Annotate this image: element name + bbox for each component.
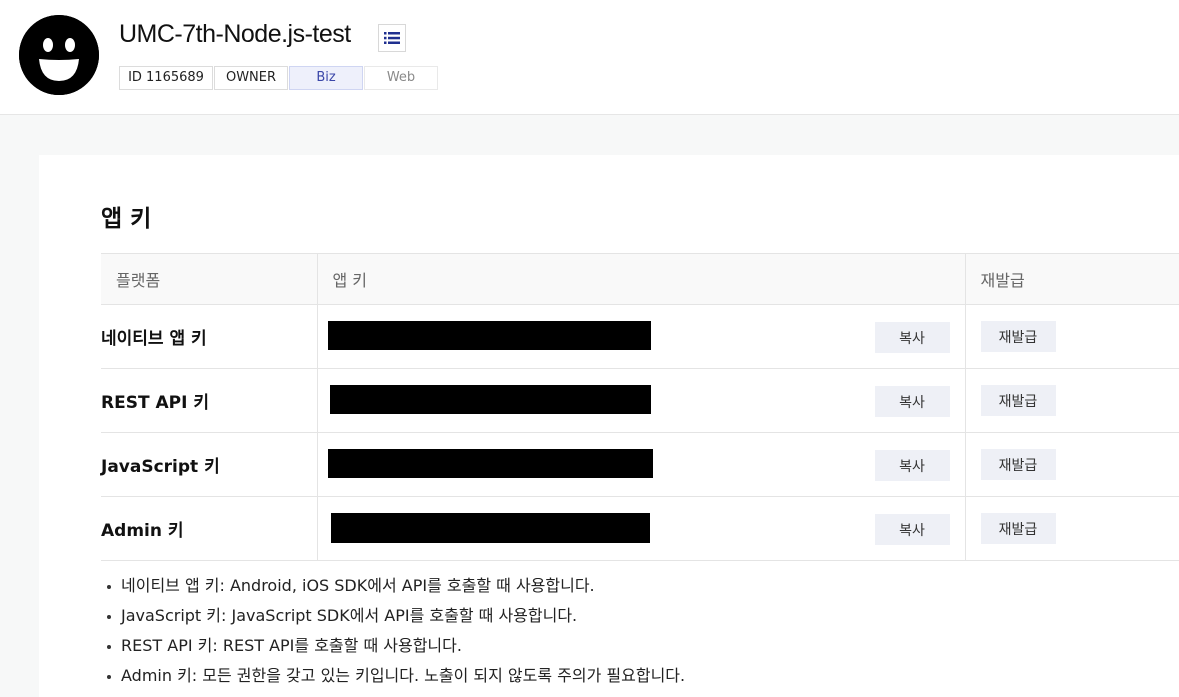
section-title: 앱 키 (101, 206, 152, 232)
biz-badge: Biz (289, 66, 363, 90)
column-header-platform: 플랫폼 (101, 253, 318, 305)
copy-button[interactable]: 복사 (874, 514, 950, 545)
table-row: REST API 키 복사 재발급 (101, 368, 1179, 433)
app-id-badge: ID 1165689 (119, 66, 213, 90)
app-header: UMC-7th-Node.js-test ID 1165689 OWNER Bi… (0, 0, 1179, 115)
web-badge: Web (364, 66, 438, 90)
app-keys-panel: 앱 키 플랫폼 앱 키 재발급 네이티브 앱 키 복사 재발급 REST API… (39, 155, 1179, 697)
app-avatar (19, 15, 99, 95)
redacted-key-value (330, 513, 650, 543)
table-row: Admin 키 복사 재발급 (101, 496, 1179, 561)
redacted-key-value (327, 449, 653, 478)
platform-label: 네이티브 앱 키 (101, 304, 318, 369)
column-header-reissue: 재발급 (965, 253, 1179, 305)
reissue-button[interactable]: 재발급 (980, 513, 1056, 544)
column-header-app-key: 앱 키 (317, 253, 966, 305)
list-item: Admin 키: 모든 권한을 갖고 있는 키입니다. 노출이 되지 않도록 주… (101, 661, 685, 691)
app-keys-table: 플랫폼 앱 키 재발급 네이티브 앱 키 복사 재발급 REST API 키 복… (101, 253, 1179, 561)
platform-label: REST API 키 (101, 368, 318, 433)
table-row: 네이티브 앱 키 복사 재발급 (101, 304, 1179, 369)
reissue-button[interactable]: 재발급 (980, 449, 1056, 480)
app-list-button[interactable] (378, 24, 406, 52)
table-header-row: 플랫폼 앱 키 재발급 (101, 253, 1179, 305)
list-item: REST API 키: REST API를 호출할 때 사용합니다. (101, 631, 685, 661)
copy-button[interactable]: 복사 (874, 450, 950, 481)
list-item: JavaScript 키: JavaScript SDK에서 API를 호출할 … (101, 601, 685, 631)
owner-badge: OWNER (214, 66, 288, 90)
copy-button[interactable]: 복사 (874, 322, 950, 353)
reissue-button[interactable]: 재발급 (980, 321, 1056, 352)
copy-button[interactable]: 복사 (874, 386, 950, 417)
redacted-key-value (329, 385, 651, 414)
app-title: UMC-7th-Node.js-test (119, 20, 351, 48)
platform-label: Admin 키 (101, 496, 318, 561)
table-row: JavaScript 키 복사 재발급 (101, 432, 1179, 497)
list-item: 네이티브 앱 키: Android, iOS SDK에서 API를 호출할 때 … (101, 571, 685, 601)
redacted-key-value (327, 321, 651, 350)
list-icon (384, 32, 400, 44)
app-badges: ID 1165689 OWNER Biz Web (119, 66, 439, 90)
smiley-face-icon (19, 15, 99, 95)
key-usage-notes: 네이티브 앱 키: Android, iOS SDK에서 API를 호출할 때 … (101, 571, 685, 691)
reissue-button[interactable]: 재발급 (980, 385, 1056, 416)
platform-label: JavaScript 키 (101, 432, 318, 497)
